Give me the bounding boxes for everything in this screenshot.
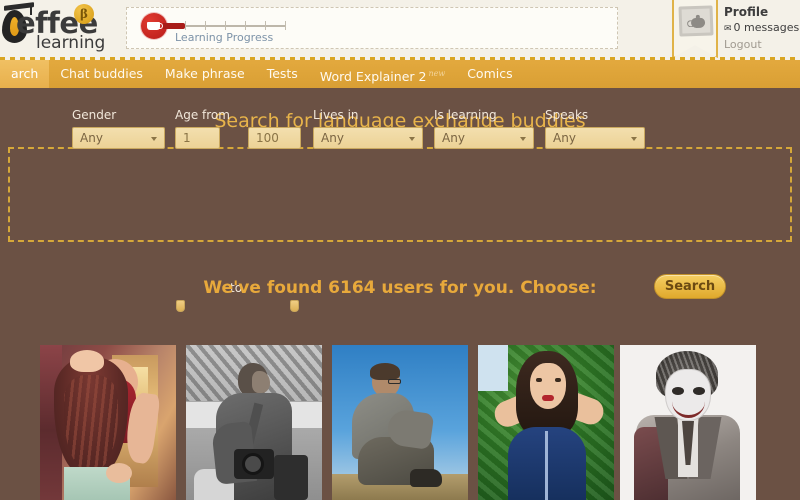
speaks-value: Any <box>553 131 576 145</box>
teapot-photo-frame-icon <box>678 5 714 37</box>
nav-item-search[interactable]: arch <box>0 60 50 94</box>
chevron-down-icon <box>520 137 526 141</box>
user-photo-1[interactable] <box>40 345 176 500</box>
lives-in-value: Any <box>321 131 344 145</box>
learning-progress-label: Learning Progress <box>175 31 274 44</box>
nav-item-comics[interactable]: Comics <box>456 60 523 88</box>
progress-ticks <box>185 21 286 31</box>
user-photo-2[interactable] <box>186 345 322 500</box>
nav-label: Word Explainer 2 <box>319 69 427 85</box>
chevron-down-icon <box>409 137 415 141</box>
field-speaks: Speaks Any <box>545 108 645 149</box>
age-from-label: Age from <box>175 108 230 122</box>
age-from-slider-handle[interactable] <box>176 300 185 312</box>
age-to-input[interactable]: 100 <box>248 127 301 149</box>
is-learning-select[interactable]: Any <box>434 127 534 149</box>
is-learning-label: Is learning <box>434 108 497 122</box>
messages-label: 0 messages <box>733 21 800 34</box>
profile-menu: Profile ✉ 0 messages Logout <box>724 5 800 52</box>
age-to-slider-handle[interactable] <box>290 300 299 312</box>
logo-subtitle: learning <box>36 33 106 53</box>
beta-badge: β <box>74 4 94 24</box>
nav-label: arch <box>11 66 39 81</box>
nav-item-tests[interactable]: Tests <box>256 60 309 88</box>
nav-label: Chat buddies <box>60 66 143 81</box>
profile-avatar-bookmark[interactable] <box>672 0 718 58</box>
results-headline: We've found 6164 users for you. Choose: <box>203 278 597 298</box>
field-age-from: Age from 1 <box>175 108 230 149</box>
speaks-select[interactable]: Any <box>545 127 645 149</box>
is-learning-value: Any <box>442 131 465 145</box>
messages-row[interactable]: ✉ 0 messages <box>724 20 800 37</box>
mail-icon: ✉ <box>724 24 732 34</box>
field-age-to: 100 <box>248 108 301 149</box>
nav-item-make-phrase[interactable]: Make phrase <box>154 60 256 88</box>
page-header: effee learning β Learning Progress Profi… <box>0 0 800 60</box>
user-photo-5[interactable] <box>620 345 756 500</box>
search-filter-panel <box>8 147 792 242</box>
profile-link[interactable]: Profile <box>724 5 800 20</box>
main-content: Search for language exchange buddies Gen… <box>0 88 800 500</box>
lives-in-select[interactable]: Any <box>313 127 423 149</box>
gender-label: Gender <box>72 108 117 122</box>
field-gender: Gender Any <box>72 108 165 149</box>
user-results-grid <box>0 345 800 500</box>
age-to-value: 100 <box>256 131 279 145</box>
user-photo-3[interactable] <box>332 345 468 500</box>
user-photo-4[interactable] <box>478 345 614 500</box>
main-navigation: arch Chat buddies Make phrase Tests Word Exp… <box>0 60 800 94</box>
age-from-input[interactable]: 1 <box>175 127 220 149</box>
gender-select[interactable]: Any <box>72 127 165 149</box>
nav-label: Comics <box>467 66 513 81</box>
learning-progress-card[interactable]: Learning Progress <box>126 7 618 49</box>
nav-label: Make phrase <box>164 66 245 81</box>
chevron-down-icon <box>151 137 157 141</box>
progress-fill <box>163 23 185 29</box>
nav-item-chat-buddies[interactable]: Chat buddies <box>49 60 154 88</box>
age-from-value: 1 <box>183 131 191 145</box>
field-is-learning: Is learning Any <box>434 108 534 149</box>
speaks-label: Speaks <box>545 108 589 122</box>
nav-item-word-explainer[interactable]: Word Explainer 2 new <box>309 60 456 88</box>
gender-value: Any <box>80 131 103 145</box>
site-logo[interactable]: effee learning β <box>0 2 110 54</box>
logout-link[interactable]: Logout <box>724 37 800 52</box>
chevron-down-icon <box>631 137 637 141</box>
new-badge: new <box>428 69 446 78</box>
nav-label: Tests <box>266 66 298 81</box>
field-lives-in: Lives in Any <box>313 108 423 149</box>
lives-in-label: Lives in <box>313 108 359 122</box>
